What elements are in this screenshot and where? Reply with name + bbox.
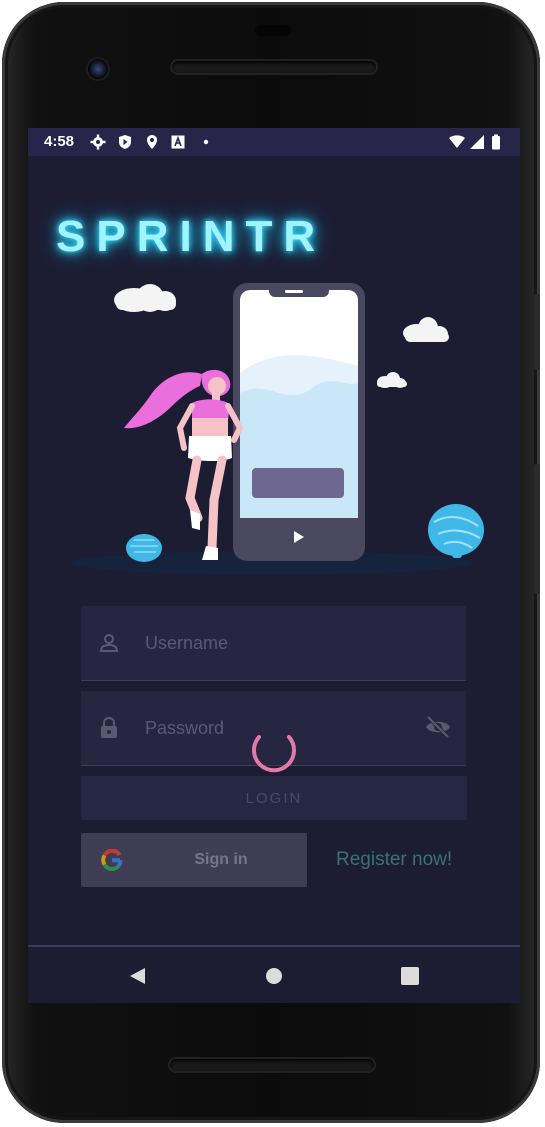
loading-spinner-icon xyxy=(252,735,296,773)
runner-figure xyxy=(124,369,244,560)
google-sign-in-label: Sign in xyxy=(194,851,248,868)
login-button[interactable]: LOGIN xyxy=(81,776,467,820)
phone-frame: 4:58 SPRINTR Username LOGIN Sign in Regi… xyxy=(2,2,540,1123)
google-logo-icon xyxy=(101,849,123,871)
cloud-icon xyxy=(403,317,449,342)
bottom-speaker xyxy=(170,1059,374,1071)
register-link[interactable]: Register now! xyxy=(336,849,452,871)
location-pin-icon xyxy=(147,135,157,149)
signal-icon xyxy=(470,135,484,149)
phone-mockup xyxy=(233,283,365,561)
back-icon[interactable] xyxy=(125,964,149,988)
person-icon xyxy=(99,634,119,652)
status-time: 4:58 xyxy=(44,133,75,150)
top-speaker xyxy=(172,61,376,73)
wifi-icon xyxy=(449,135,465,148)
navigation-bar xyxy=(28,945,520,1003)
battery-icon xyxy=(492,134,500,150)
screen: 4:58 SPRINTR Username LOGIN Sign in Regi… xyxy=(28,128,520,1003)
cloud-icon xyxy=(114,284,176,312)
front-camera xyxy=(88,59,108,79)
earpiece xyxy=(255,25,291,36)
dot-icon xyxy=(203,139,209,145)
eye-off-icon[interactable] xyxy=(424,715,452,739)
lock-icon xyxy=(101,716,117,738)
cloud-icon xyxy=(377,372,407,388)
font-a-icon xyxy=(171,135,185,149)
recents-icon[interactable] xyxy=(398,964,422,988)
google-sign-in-button[interactable]: Sign in xyxy=(81,833,307,887)
gear-icon xyxy=(90,134,106,150)
app-logo-title: SPRINTR xyxy=(56,212,327,261)
bush-left xyxy=(126,534,162,562)
shield-icon xyxy=(119,135,131,149)
volume-button xyxy=(534,464,540,594)
bush-right xyxy=(428,504,484,558)
runner-phone-illustration xyxy=(72,283,484,575)
home-icon[interactable] xyxy=(262,964,286,988)
username-field[interactable] xyxy=(81,606,466,681)
username-input[interactable] xyxy=(143,628,407,658)
power-button xyxy=(534,294,540,370)
status-bar: 4:58 xyxy=(28,128,520,156)
